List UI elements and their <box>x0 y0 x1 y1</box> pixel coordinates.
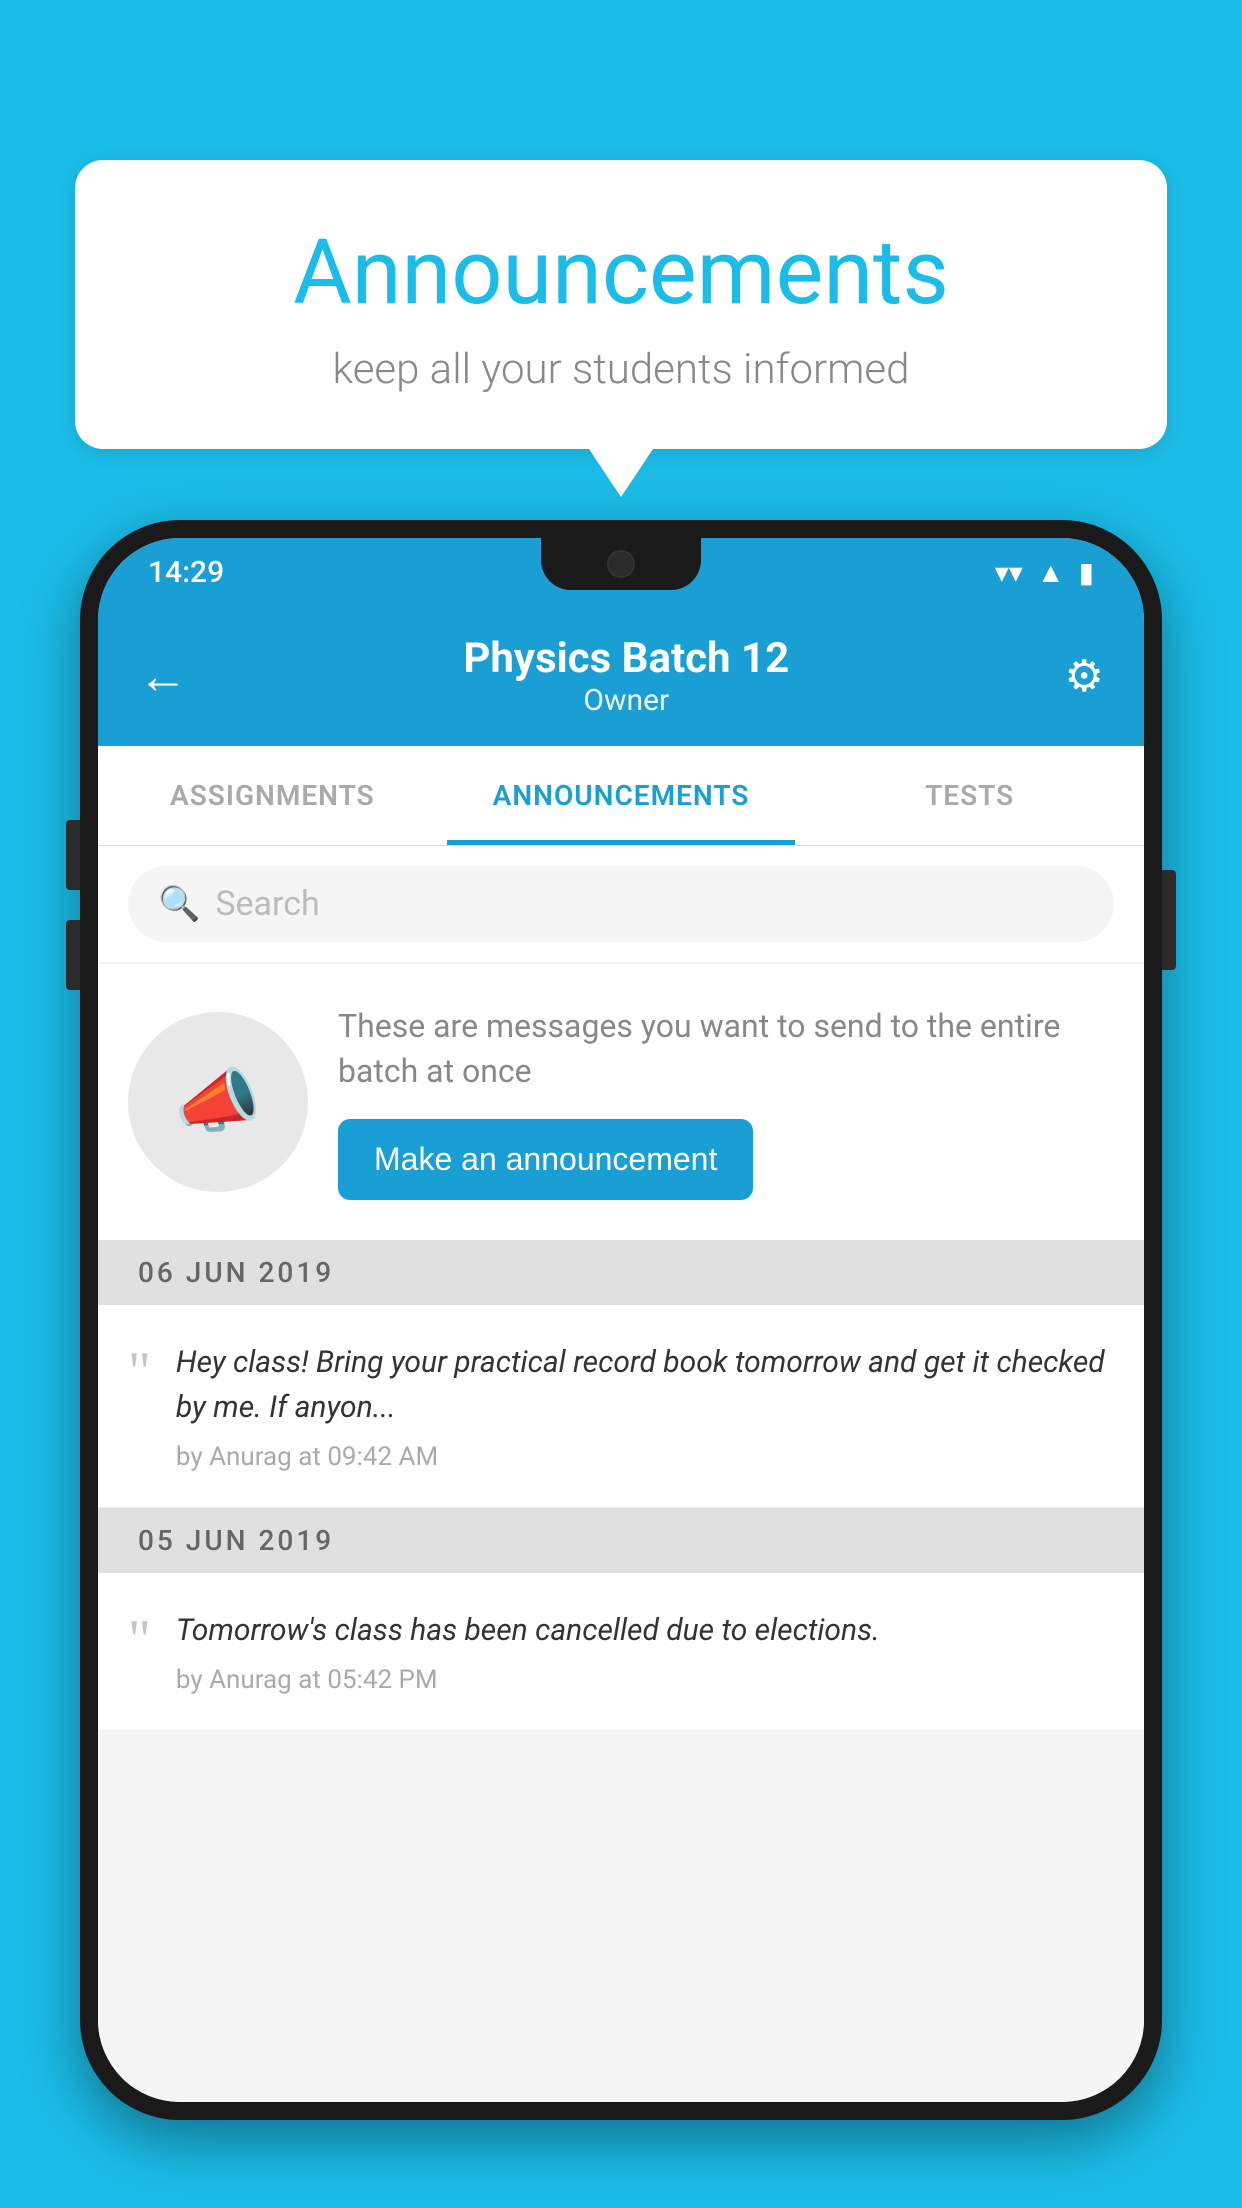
header-subtitle: Owner <box>188 683 1065 718</box>
front-camera <box>607 550 635 578</box>
megaphone-icon: 📣 <box>174 1061 261 1143</box>
speech-bubble-card: Announcements keep all your students inf… <box>75 160 1167 449</box>
bubble-title: Announcements <box>135 220 1107 325</box>
announcement-content-1: Hey class! Bring your practical record b… <box>176 1340 1114 1472</box>
wifi-icon: ▾▾ <box>995 556 1023 589</box>
date-divider-2: 05 JUN 2019 <box>98 1508 1144 1573</box>
volume-up-button <box>66 820 80 890</box>
phone-notch <box>541 538 701 590</box>
tabs-bar: ASSIGNMENTS ANNOUNCEMENTS TESTS <box>98 746 1144 846</box>
announcement-item-2[interactable]: " Tomorrow's class has been cancelled du… <box>98 1573 1144 1731</box>
announcement-text-1: Hey class! Bring your practical record b… <box>176 1340 1114 1430</box>
announcement-content-2: Tomorrow's class has been cancelled due … <box>176 1608 1114 1695</box>
make-announcement-button[interactable]: Make an announcement <box>338 1119 753 1200</box>
date-divider-1: 06 JUN 2019 <box>98 1240 1144 1305</box>
quote-icon-1: " <box>128 1350 151 1395</box>
status-time: 14:29 <box>148 555 224 590</box>
volume-down-button <box>66 920 80 990</box>
tab-announcements[interactable]: ANNOUNCEMENTS <box>447 746 796 845</box>
promo-right: These are messages you want to send to t… <box>338 1004 1114 1200</box>
signal-icon: ▲ <box>1037 556 1065 589</box>
search-icon: 🔍 <box>158 884 200 924</box>
announcement-promo: 📣 These are messages you want to send to… <box>98 964 1144 1240</box>
tab-tests[interactable]: TESTS <box>795 746 1144 845</box>
promo-description: These are messages you want to send to t… <box>338 1004 1114 1094</box>
speech-bubble-tail <box>589 449 653 497</box>
header-title: Physics Batch 12 <box>188 634 1065 683</box>
promo-icon-circle: 📣 <box>128 1012 308 1192</box>
content-area: 🔍 Search 📣 These are messages you want t… <box>98 846 1144 2102</box>
back-button[interactable]: ← <box>138 647 188 706</box>
phone-wrapper: 14:29 ▾▾ ▲ ▮ ← Physics Batch 12 Owner ⚙ <box>80 520 1162 2208</box>
app-header: ← Physics Batch 12 Owner ⚙ <box>98 606 1144 746</box>
header-center: Physics Batch 12 Owner <box>188 634 1065 718</box>
bubble-subtitle: keep all your students informed <box>135 345 1107 394</box>
search-bar[interactable]: 🔍 Search <box>128 866 1114 942</box>
search-placeholder: Search <box>215 884 319 924</box>
announcement-meta-1: by Anurag at 09:42 AM <box>176 1442 1114 1472</box>
status-icons: ▾▾ ▲ ▮ <box>995 556 1094 589</box>
phone-screen: 14:29 ▾▾ ▲ ▮ ← Physics Batch 12 Owner ⚙ <box>98 538 1144 2102</box>
power-button <box>1162 870 1176 970</box>
announcement-item-1[interactable]: " Hey class! Bring your practical record… <box>98 1305 1144 1508</box>
tab-assignments[interactable]: ASSIGNMENTS <box>98 746 447 845</box>
phone-device: 14:29 ▾▾ ▲ ▮ ← Physics Batch 12 Owner ⚙ <box>80 520 1162 2120</box>
announcement-meta-2: by Anurag at 05:42 PM <box>176 1665 1114 1695</box>
settings-icon[interactable]: ⚙ <box>1065 650 1104 702</box>
battery-icon: ▮ <box>1079 556 1094 589</box>
quote-icon-2: " <box>128 1618 151 1663</box>
search-container: 🔍 Search <box>98 846 1144 962</box>
speech-bubble-section: Announcements keep all your students inf… <box>75 160 1167 497</box>
announcement-text-2: Tomorrow's class has been cancelled due … <box>176 1608 1114 1653</box>
